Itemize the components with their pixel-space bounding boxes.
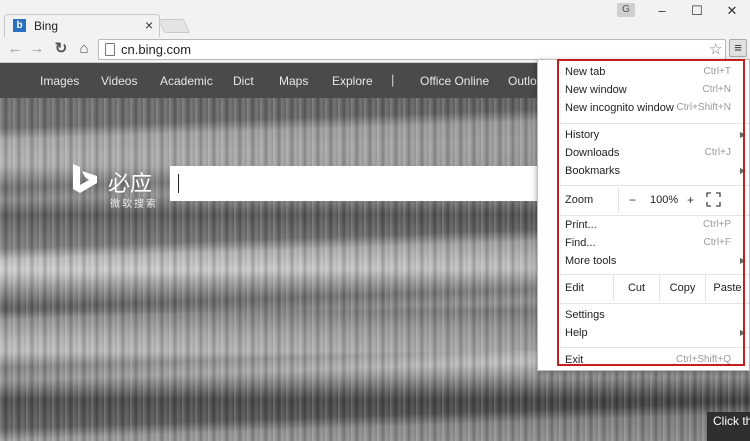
nav-explore[interactable]: Explore bbox=[332, 74, 373, 88]
menu-item-history[interactable]: History ▶ bbox=[538, 127, 749, 145]
menu-item-exit[interactable]: Exit Ctrl+Shift+Q bbox=[538, 352, 749, 370]
bing-favicon-icon: b bbox=[13, 19, 26, 32]
menu-separator bbox=[560, 215, 749, 216]
address-bar[interactable]: cn.bing.com ☆ bbox=[98, 39, 726, 60]
nav-office-online[interactable]: Office Online bbox=[420, 74, 489, 88]
zoom-out-button[interactable]: − bbox=[629, 193, 636, 207]
zoom-row: Zoom − 100% + bbox=[538, 187, 749, 213]
menu-item-new-window[interactable]: New window Ctrl+N bbox=[538, 82, 749, 100]
close-window-button[interactable]: ✕ bbox=[717, 1, 747, 21]
nav-academic[interactable]: Academic bbox=[160, 74, 213, 88]
menu-separator bbox=[560, 347, 749, 348]
nav-videos[interactable]: Videos bbox=[101, 74, 137, 88]
menu-item-find[interactable]: Find... Ctrl+F bbox=[538, 235, 749, 253]
nav-maps[interactable]: Maps bbox=[279, 74, 308, 88]
cut-button[interactable]: Cut bbox=[613, 275, 659, 301]
chrome-menu: New tab Ctrl+T New window Ctrl+N New inc… bbox=[537, 59, 750, 371]
bing-logo-icon bbox=[73, 164, 97, 193]
edit-label: Edit bbox=[565, 282, 584, 294]
menu-item-new-incognito-window[interactable]: New incognito window Ctrl+Shift+N bbox=[538, 100, 749, 118]
menu-separator bbox=[560, 185, 749, 186]
bing-logo-text: 必应 bbox=[108, 172, 153, 197]
title-bar: b Bing × G – ☐ ✕ bbox=[0, 0, 750, 37]
menu-item-help[interactable]: Help ▶ bbox=[538, 325, 749, 343]
reload-button[interactable]: ↻ bbox=[51, 39, 71, 59]
submenu-arrow-icon: ▶ bbox=[739, 256, 746, 265]
chrome-menu-button[interactable]: ≡ bbox=[729, 39, 747, 57]
menu-separator bbox=[560, 123, 749, 124]
nav-images[interactable]: Images bbox=[40, 74, 79, 88]
edit-row: Edit Cut Copy Paste bbox=[538, 275, 749, 301]
hint-tooltip[interactable]: Click th to rec bbox=[707, 412, 750, 441]
menu-item-bookmarks[interactable]: Bookmarks ▶ bbox=[538, 163, 749, 181]
submenu-arrow-icon: ▶ bbox=[739, 130, 746, 139]
menu-item-new-tab[interactable]: New tab Ctrl+T bbox=[538, 64, 749, 82]
forward-button[interactable]: → bbox=[27, 39, 47, 59]
tab-close-icon[interactable]: × bbox=[145, 17, 153, 33]
paste-button[interactable]: Paste bbox=[705, 275, 749, 301]
browser-tab[interactable]: b Bing × bbox=[4, 14, 160, 37]
bookmark-star-icon[interactable]: ☆ bbox=[709, 40, 722, 58]
text-caret bbox=[178, 174, 179, 193]
menu-item-more-tools[interactable]: More tools ▶ bbox=[538, 253, 749, 271]
nav-divider: | bbox=[391, 72, 395, 87]
menu-item-print[interactable]: Print... Ctrl+P bbox=[538, 217, 749, 235]
copy-button[interactable]: Copy bbox=[659, 275, 705, 301]
zoom-in-button[interactable]: + bbox=[687, 193, 694, 207]
zoom-level: 100% bbox=[650, 194, 679, 206]
home-button[interactable]: ⌂ bbox=[74, 39, 94, 59]
menu-separator bbox=[560, 303, 749, 304]
menu-item-downloads[interactable]: Downloads Ctrl+J bbox=[538, 145, 749, 163]
tab-title: Bing bbox=[34, 19, 59, 33]
search-input[interactable] bbox=[170, 166, 556, 201]
fullscreen-icon[interactable] bbox=[706, 192, 721, 207]
submenu-arrow-icon: ▶ bbox=[739, 328, 746, 337]
url-text[interactable]: cn.bing.com bbox=[121, 42, 191, 57]
bing-logo-subtitle: 微软搜索 bbox=[110, 199, 158, 210]
menu-item-settings[interactable]: Settings bbox=[538, 307, 749, 325]
new-tab-button[interactable] bbox=[157, 19, 191, 33]
nav-dict[interactable]: Dict bbox=[233, 74, 254, 88]
profile-icon[interactable]: G bbox=[617, 3, 635, 17]
back-button[interactable]: ← bbox=[5, 39, 25, 59]
submenu-arrow-icon: ▶ bbox=[739, 166, 746, 175]
page-icon bbox=[105, 43, 115, 56]
minimize-button[interactable]: – bbox=[647, 1, 677, 21]
zoom-label: Zoom bbox=[565, 194, 594, 206]
maximize-button[interactable]: ☐ bbox=[682, 1, 712, 21]
